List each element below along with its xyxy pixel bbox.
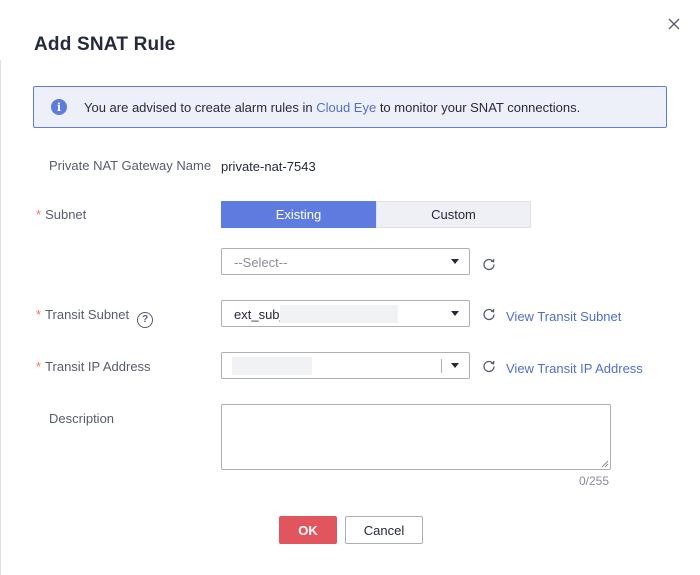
refresh-icon[interactable] xyxy=(482,359,496,373)
notice-text-after: to monitor your SNAT connections. xyxy=(376,99,581,115)
subnet-label-text: Subnet xyxy=(45,207,87,222)
info-icon: i xyxy=(51,99,67,115)
existing-subnet-option[interactable]: Existing xyxy=(221,201,376,228)
cancel-button[interactable]: Cancel xyxy=(345,516,423,544)
redacted-value xyxy=(280,305,398,323)
required-mark: * xyxy=(36,359,42,374)
required-mark: * xyxy=(36,307,42,322)
description-textarea[interactable] xyxy=(221,404,611,470)
view-transit-subnet-link[interactable]: View Transit Subnet xyxy=(506,309,621,324)
transit-ip-label-text: Transit IP Address xyxy=(45,359,151,374)
notice-text-before: You are advised to create alarm rules in xyxy=(84,99,317,115)
subnet-select[interactable]: --Select-- xyxy=(221,248,470,275)
redacted-value xyxy=(232,357,312,375)
transit-ip-select[interactable] xyxy=(221,352,470,379)
custom-subnet-option[interactable]: Custom xyxy=(376,201,531,228)
transit-subnet-select[interactable]: ext_sub_ xyxy=(221,300,470,327)
cloud-eye-link[interactable]: Cloud Eye xyxy=(316,100,376,115)
character-counter: 0/255 xyxy=(579,474,610,488)
help-icon[interactable]: ? xyxy=(137,311,154,328)
close-icon xyxy=(668,18,680,30)
ok-button[interactable]: OK xyxy=(279,516,337,544)
subnet-select-placeholder: --Select-- xyxy=(234,255,288,270)
subnet-mode-toggle: Existing Custom xyxy=(221,201,531,228)
transit-ip-label: * Transit IP Address xyxy=(36,359,151,374)
close-button[interactable] xyxy=(664,14,684,34)
gateway-name-value: private-nat-7543 xyxy=(221,159,316,174)
view-transit-ip-link[interactable]: View Transit IP Address xyxy=(506,361,643,376)
left-border xyxy=(0,60,1,575)
chevron-down-icon xyxy=(451,363,459,368)
gateway-name-label: Private NAT Gateway Name xyxy=(49,158,212,173)
chevron-down-icon xyxy=(451,259,459,264)
description-label: Description xyxy=(49,411,115,426)
dialog-title: Add SNAT Rule xyxy=(34,34,176,55)
resize-grip-icon[interactable] xyxy=(601,460,609,468)
refresh-icon[interactable] xyxy=(482,257,496,271)
chevron-down-icon xyxy=(451,311,459,316)
subnet-label: * Subnet xyxy=(36,207,86,222)
refresh-icon[interactable] xyxy=(482,307,496,321)
notice-text: You are advised to create alarm rules in… xyxy=(84,100,580,115)
transit-subnet-label-text: Transit Subnet xyxy=(45,307,130,322)
transit-subnet-label: * Transit Subnet? xyxy=(36,307,154,328)
alarm-notice: i You are advised to create alarm rules … xyxy=(33,86,667,128)
required-mark: * xyxy=(36,207,42,222)
select-separator xyxy=(441,359,442,373)
transit-subnet-value: ext_sub_ xyxy=(234,307,287,322)
